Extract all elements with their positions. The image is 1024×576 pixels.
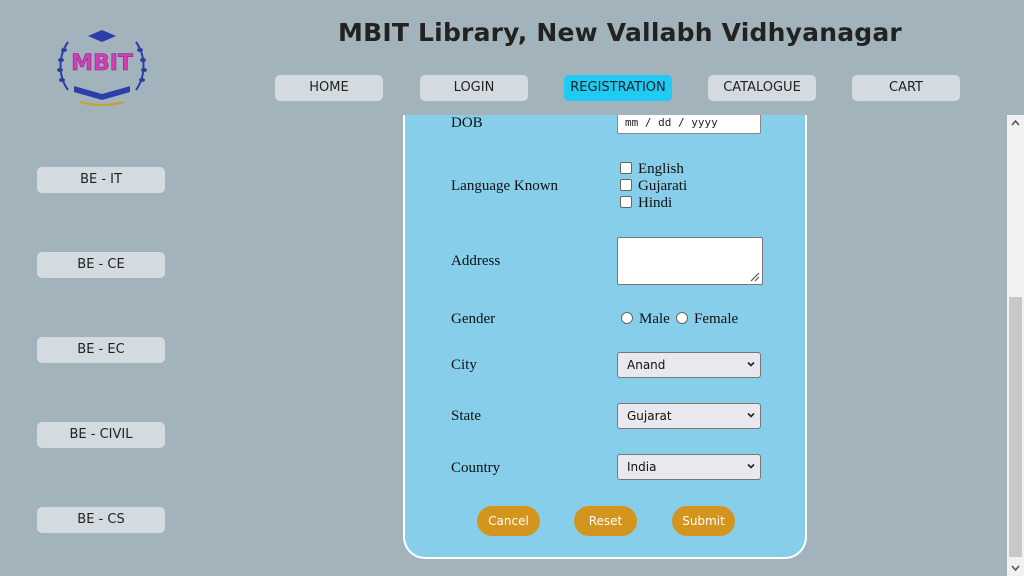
english-label: English [638,161,684,177]
page-title: MBIT Library, New Vallabh Vidhyanagar [338,18,902,47]
reset-button[interactable]: Reset [574,506,637,536]
registration-form: DOB mm / dd / yyyy Language Known Englis… [403,115,807,559]
cancel-button[interactable]: Cancel [477,506,540,536]
address-textarea[interactable] [617,237,763,285]
hindi-checkbox[interactable] [620,195,632,208]
address-label: Address [451,253,501,269]
sidebar-item-be-civil[interactable]: BE - CIVIL [37,422,165,448]
hindi-label: Hindi [638,195,673,211]
language-label: Language Known [451,178,559,194]
submit-button[interactable]: Submit [672,506,735,536]
state-value: Gujarat [627,409,672,423]
male-label: Male [639,311,670,327]
sidebar-item-be-it[interactable]: BE - IT [37,167,165,193]
sidebar-item-be-cs[interactable]: BE - CS [37,507,165,533]
sidebar-item-be-ec[interactable]: BE - EC [37,337,165,363]
chevron-down-icon [747,463,755,469]
chevron-down-icon [747,412,755,418]
logo-text: MBIT [71,51,133,76]
gender-option-male[interactable]: Male [621,311,670,328]
scroll-down-arrow-icon[interactable] [1010,563,1021,573]
female-radio[interactable] [676,311,688,324]
state-label: State [451,408,481,424]
dob-label: DOB [451,115,483,131]
gujarati-checkbox[interactable] [620,178,632,191]
nav-login-button[interactable]: LOGIN [420,75,528,101]
language-option-gujarati[interactable]: Gujarati [620,178,687,194]
nav-home-button[interactable]: HOME [275,75,383,101]
english-checkbox[interactable] [620,161,632,174]
sidebar-item-be-ce[interactable]: BE - CE [37,252,165,278]
city-label: City [451,357,477,373]
resize-grip-icon[interactable] [748,270,760,282]
country-select[interactable]: India [617,454,761,480]
scroll-up-arrow-icon[interactable] [1010,118,1021,128]
chevron-down-icon [747,361,755,367]
dob-input[interactable]: mm / dd / yyyy [617,115,761,134]
city-select[interactable]: Anand [617,352,761,378]
country-value: India [627,460,657,474]
scroll-thumb[interactable] [1009,297,1022,557]
language-option-english[interactable]: English [620,161,684,177]
male-radio[interactable] [621,311,633,324]
language-option-hindi[interactable]: Hindi [620,195,672,211]
gender-label: Gender [451,311,496,327]
gender-option-female[interactable]: Female [676,311,738,328]
country-label: Country [451,460,501,476]
gujarati-label: Gujarati [638,178,688,194]
nav-catalogue-button[interactable]: CATALOGUE [708,75,816,101]
mbit-logo: MBIT [57,30,147,106]
nav-registration-button[interactable]: REGISTRATION [564,75,672,101]
content-area: BE - IT BE - CE BE - EC BE - CIVIL BE - … [0,115,1024,576]
city-value: Anand [627,358,666,372]
state-select[interactable]: Gujarat [617,403,761,429]
female-label: Female [694,311,739,327]
nav-cart-button[interactable]: CART [852,75,960,101]
vertical-scrollbar[interactable] [1007,115,1024,576]
